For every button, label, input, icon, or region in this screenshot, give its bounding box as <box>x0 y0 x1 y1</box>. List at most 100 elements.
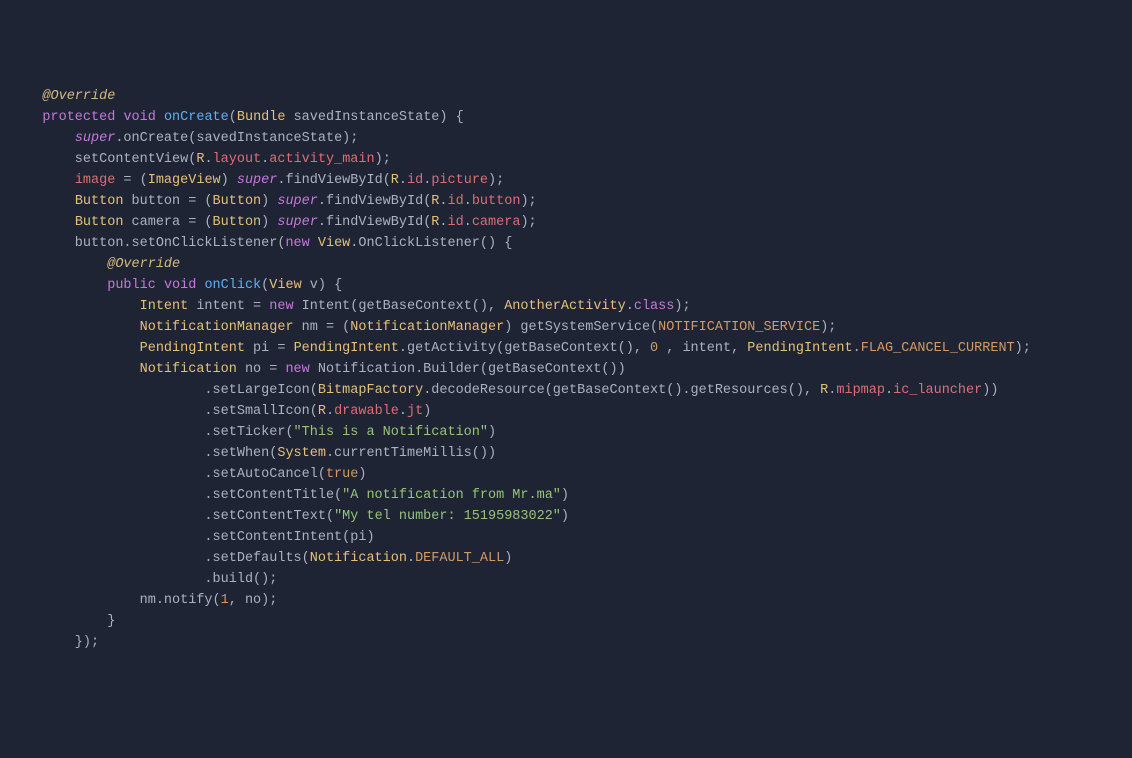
code-token: .setTicker( <box>10 425 294 440</box>
code-token: ) <box>423 404 431 419</box>
code-token: .findViewById( <box>318 194 431 209</box>
code-line[interactable]: NotificationManager nm = (NotificationMa… <box>10 317 1132 338</box>
code-line[interactable]: .setContentText("My tel number: 15195983… <box>10 506 1132 527</box>
code-line[interactable]: image = (ImageView) super.findViewById(R… <box>10 170 1132 191</box>
code-token <box>10 110 42 125</box>
code-token: NOTIFICATION_SERVICE <box>658 320 820 335</box>
code-token: @Override <box>42 89 115 104</box>
code-token: 1 <box>221 593 229 608</box>
code-token: ); <box>674 299 690 314</box>
code-token: .setContentText( <box>10 509 334 524</box>
code-token: new <box>269 299 293 314</box>
code-token: .currentTimeMillis()) <box>326 446 496 461</box>
code-token <box>10 320 140 335</box>
code-token: . <box>399 404 407 419</box>
code-token: BitmapFactory <box>318 383 423 398</box>
code-editor[interactable]: @Override protected void onCreate(Bundle… <box>10 86 1132 653</box>
code-line[interactable]: }); <box>10 632 1132 653</box>
code-token: . <box>439 194 447 209</box>
code-token: button = ( <box>123 194 212 209</box>
code-token: Button <box>213 194 262 209</box>
code-token: }); <box>10 635 99 650</box>
code-token <box>310 236 318 251</box>
code-token: ); <box>520 194 536 209</box>
code-line[interactable]: .setSmallIcon(R.drawable.jt) <box>10 401 1132 422</box>
code-token: void <box>164 278 196 293</box>
code-line[interactable]: Button camera = (Button) super.findViewB… <box>10 212 1132 233</box>
code-token: super <box>237 173 278 188</box>
code-token: ); <box>375 152 391 167</box>
code-line[interactable]: .build(); <box>10 569 1132 590</box>
code-token: View <box>269 278 301 293</box>
code-token: .getActivity(getBaseContext(), <box>399 341 650 356</box>
code-token: ) getSystemService( <box>504 320 658 335</box>
code-token: Bundle <box>237 110 286 125</box>
code-token: .decodeResource(getBaseContext().getReso… <box>423 383 820 398</box>
code-line[interactable]: } <box>10 611 1132 632</box>
code-token: true <box>326 467 358 482</box>
code-token: button <box>472 194 521 209</box>
code-token: image <box>75 173 116 188</box>
code-token: .setContentTitle( <box>10 488 342 503</box>
code-token: jt <box>407 404 423 419</box>
code-token: ) <box>261 215 277 230</box>
code-token: onCreate <box>164 110 229 125</box>
code-line[interactable]: .setWhen(System.currentTimeMillis()) <box>10 443 1132 464</box>
code-token: camera = ( <box>123 215 212 230</box>
code-line[interactable]: super.onCreate(savedInstanceState); <box>10 128 1132 149</box>
code-token: R <box>391 173 399 188</box>
code-token: @Override <box>107 257 180 272</box>
code-line[interactable]: button.setOnClickListener(new View.OnCli… <box>10 233 1132 254</box>
code-token <box>10 341 140 356</box>
code-token: System <box>277 446 326 461</box>
code-line[interactable]: protected void onCreate(Bundle savedInst… <box>10 107 1132 128</box>
code-token: PendingIntent <box>140 341 245 356</box>
code-line[interactable]: Button button = (Button) super.findViewB… <box>10 191 1132 212</box>
code-token: button.setOnClickListener( <box>10 236 285 251</box>
code-token: .setContentIntent(pi) <box>10 530 375 545</box>
code-token: , no); <box>229 593 278 608</box>
code-token: id <box>407 173 423 188</box>
code-token: , intent, <box>658 341 747 356</box>
code-line[interactable]: Intent intent = new Intent(getBaseContex… <box>10 296 1132 317</box>
code-line[interactable]: .setDefaults(Notification.DEFAULT_ALL) <box>10 548 1132 569</box>
code-token: DEFAULT_ALL <box>415 551 504 566</box>
code-token: ) <box>561 488 569 503</box>
code-token: savedInstanceState) { <box>285 110 463 125</box>
code-line[interactable]: PendingIntent pi = PendingIntent.getActi… <box>10 338 1132 359</box>
code-line[interactable]: .setContentTitle("A notification from Mr… <box>10 485 1132 506</box>
code-token: Notification <box>310 551 407 566</box>
code-token: = ( <box>115 173 147 188</box>
code-token: Notification.Builder(getBaseContext()) <box>310 362 626 377</box>
code-token: ); <box>1015 341 1031 356</box>
code-line[interactable]: .setLargeIcon(BitmapFactory.decodeResour… <box>10 380 1132 401</box>
code-token: NotificationManager <box>350 320 504 335</box>
code-line[interactable]: setContentView(R.layout.activity_main); <box>10 149 1132 170</box>
code-token: .findViewById( <box>318 215 431 230</box>
code-token: AnotherActivity <box>504 299 626 314</box>
code-token: ) <box>561 509 569 524</box>
code-token: v) { <box>302 278 343 293</box>
code-token: . <box>626 299 634 314</box>
code-token: .onCreate(savedInstanceState); <box>115 131 358 146</box>
code-token: "My tel number: 15195983022" <box>334 509 561 524</box>
code-token <box>10 194 75 209</box>
code-line[interactable]: .setTicker("This is a Notification") <box>10 422 1132 443</box>
code-token: FLAG_CANCEL_CURRENT <box>861 341 1015 356</box>
code-token: "This is a Notification" <box>294 425 488 440</box>
code-token: . <box>407 551 415 566</box>
code-line[interactable]: .setAutoCancel(true) <box>10 464 1132 485</box>
code-token: . <box>204 152 212 167</box>
code-line[interactable]: nm.notify(1, no); <box>10 590 1132 611</box>
code-token: "A notification from Mr.ma" <box>342 488 561 503</box>
code-token: ic_launcher <box>893 383 982 398</box>
code-line[interactable]: Notification no = new Notification.Build… <box>10 359 1132 380</box>
code-token <box>10 257 107 272</box>
code-line[interactable]: @Override <box>10 254 1132 275</box>
code-token: PendingIntent <box>747 341 852 356</box>
code-token: ImageView <box>148 173 221 188</box>
code-token: ); <box>520 215 536 230</box>
code-line[interactable]: public void onClick(View v) { <box>10 275 1132 296</box>
code-token: onClick <box>204 278 261 293</box>
code-line[interactable]: @Override <box>10 86 1132 107</box>
